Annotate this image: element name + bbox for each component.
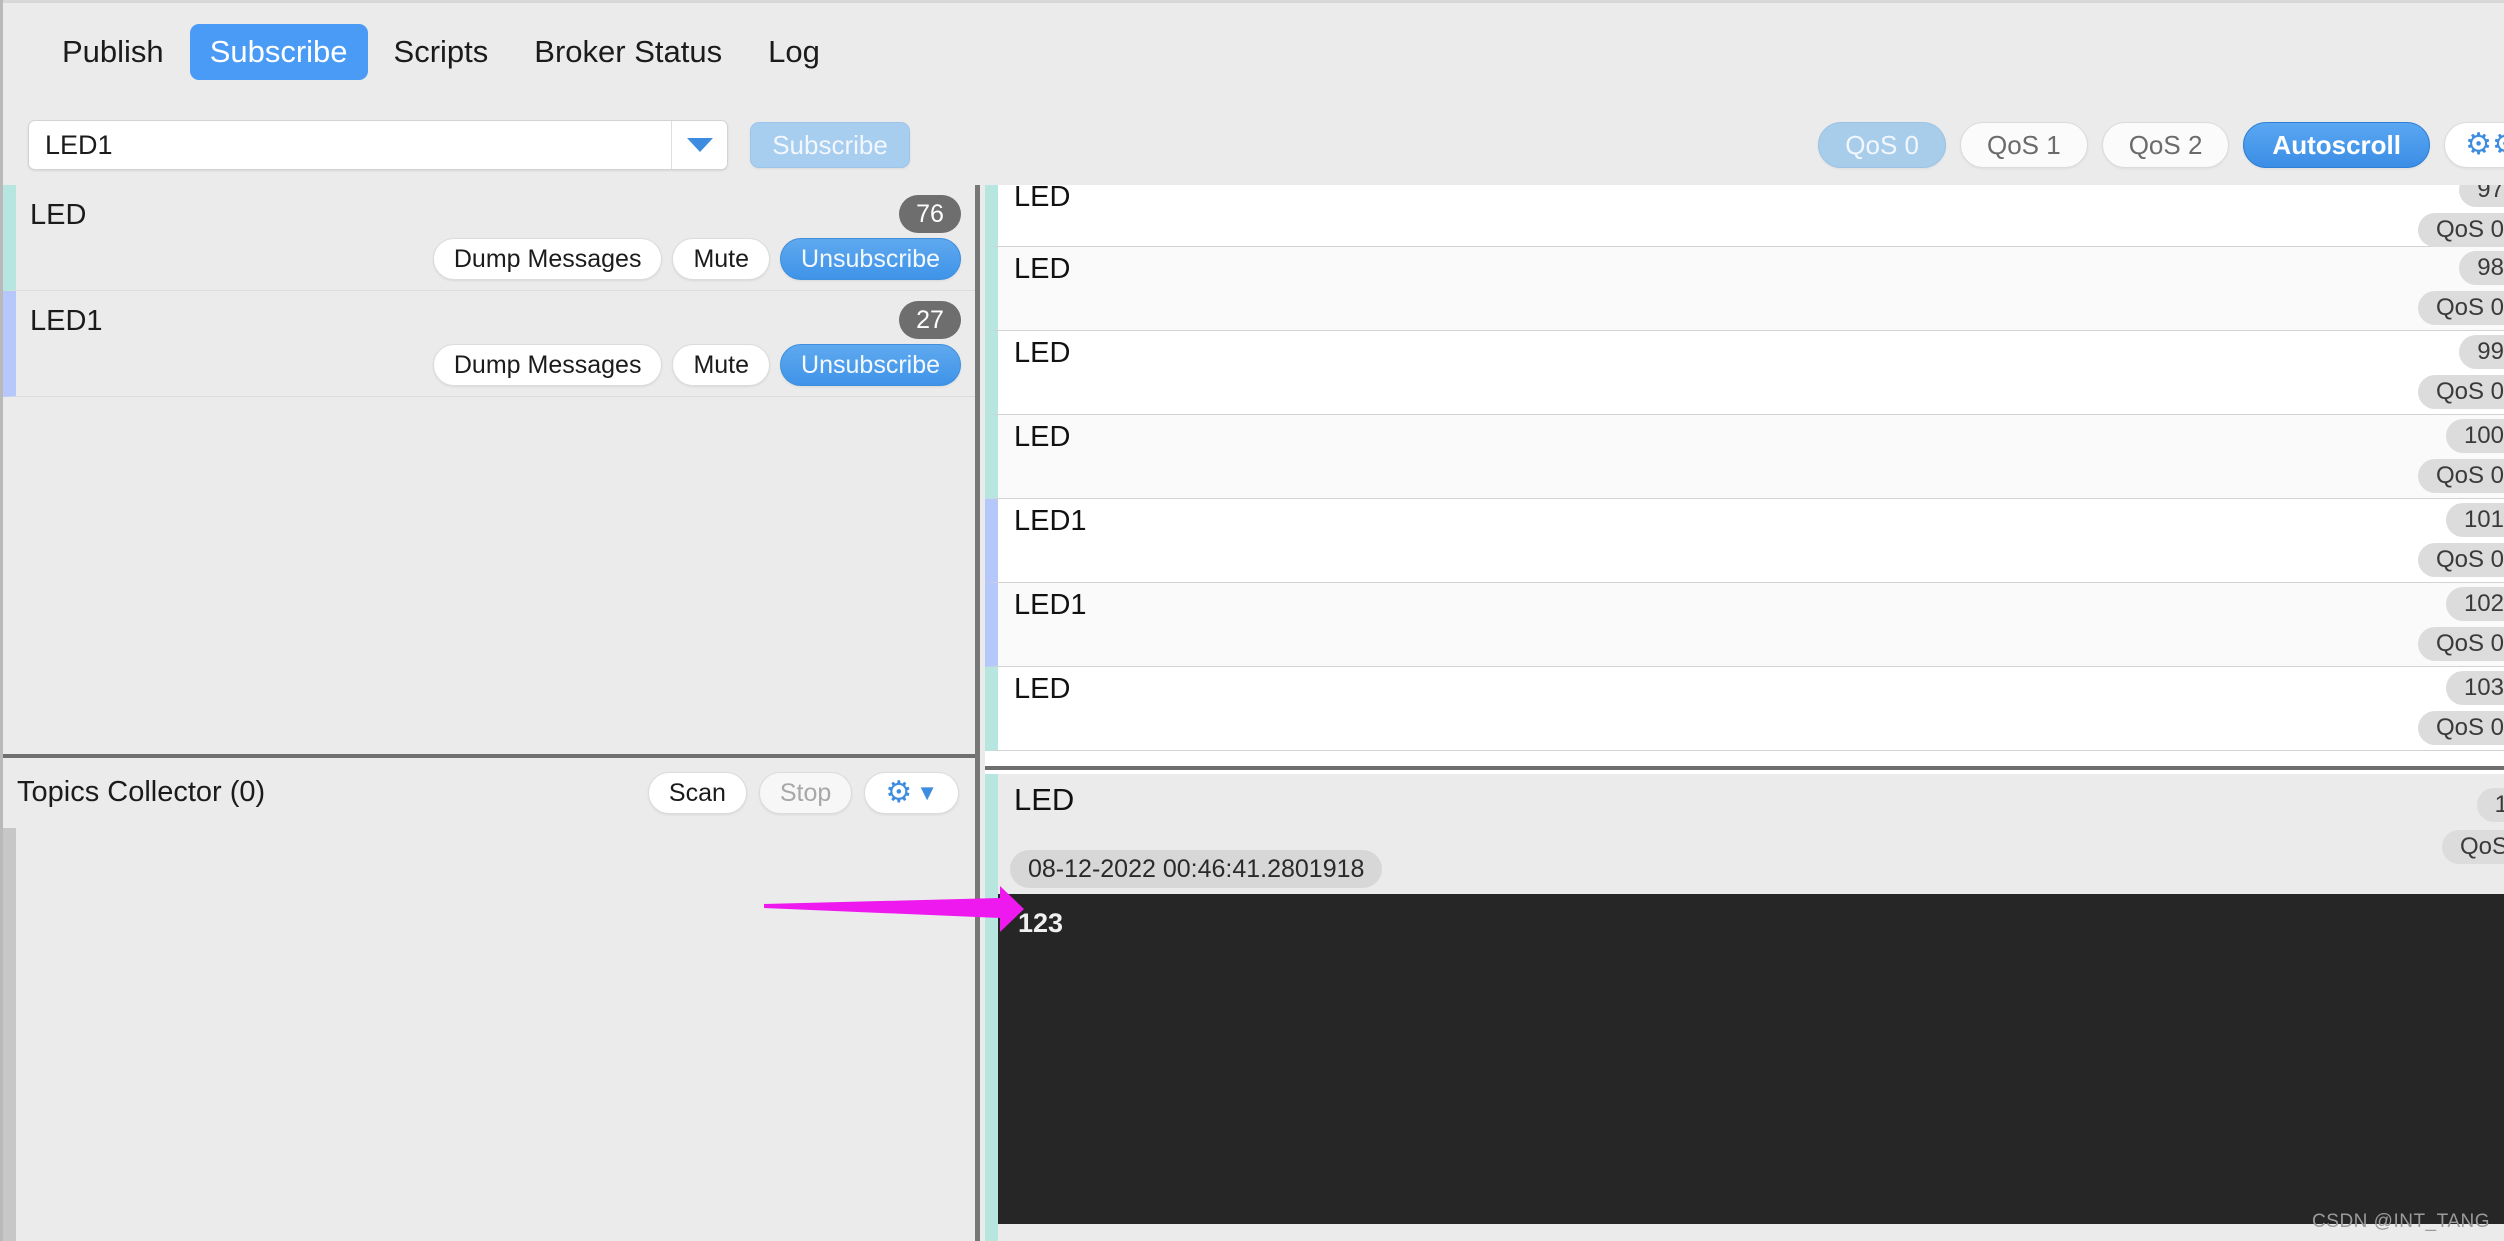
message-qos-badge: QoS 0 [2417, 711, 2504, 745]
mute-button[interactable]: Mute [672, 344, 771, 386]
subscription-topic: LED1 [30, 305, 103, 337]
dump-messages-button[interactable]: Dump Messages [432, 344, 663, 386]
tab-scripts[interactable]: Scripts [374, 24, 509, 81]
detail-topic: LED [1014, 782, 1075, 817]
chevron-down-icon: ▼ [916, 780, 938, 805]
topics-collector-body [3, 828, 975, 1241]
gears-icon: ⚙⚙ [2465, 128, 2504, 161]
message-topic: LED1 [1014, 589, 1087, 621]
message-qos-badge: QoS 0 [2417, 459, 2504, 493]
message-seq-badge: 100 [2445, 419, 2504, 453]
message-topic: LED [1014, 253, 1071, 285]
detail-seq-badge: 1 [2476, 788, 2504, 822]
subscription-actions: Dump Messages Mute Unsubscribe [432, 238, 961, 280]
message-row[interactable]: LED 99 QoS 0 [985, 331, 2504, 415]
tab-broker-status[interactable]: Broker Status [514, 24, 742, 81]
tab-subscribe[interactable]: Subscribe [189, 23, 368, 81]
chevron-down-icon [686, 138, 713, 152]
message-badges: 100 QoS 0 [2222, 415, 2504, 493]
watermark-text: CSDN @INT_TANG [2312, 1211, 2490, 1232]
scan-button[interactable]: Scan [647, 772, 747, 814]
message-seq-badge: 103 [2445, 671, 2504, 705]
detail-qos-badge: QoS [2441, 830, 2504, 864]
topics-collector-panel: Topics Collector (0) Scan Stop ⚙ ▼ [3, 762, 975, 1241]
subscription-topic: LED [30, 199, 87, 231]
detail-payload: 123 [998, 894, 2504, 1224]
message-badges: 102 QoS 0 [2222, 583, 2504, 661]
left-panel: LED 76 Dump Messages Mute Unsubscribe LE… [3, 185, 980, 1241]
message-topic: LED [1014, 421, 1071, 453]
message-badges: 97 QoS 0 [2222, 185, 2504, 247]
unsubscribe-button[interactable]: Unsubscribe [780, 344, 961, 386]
message-badges: 99 QoS 0 [2222, 331, 2504, 409]
collector-settings-button[interactable]: ⚙ ▼ [864, 772, 959, 814]
message-row[interactable]: LED 97 QoS 0 [985, 185, 2504, 247]
qos-0-button[interactable]: QoS 0 [1818, 122, 1946, 168]
gears-icon: ⚙ [885, 776, 913, 809]
message-seq-badge: 99 [2459, 335, 2504, 369]
panel-divider[interactable] [975, 185, 980, 1241]
subscription-actions: Dump Messages Mute Unsubscribe [432, 344, 961, 386]
message-seq-badge: 102 [2445, 587, 2504, 621]
dump-messages-button[interactable]: Dump Messages [432, 238, 663, 280]
mute-button[interactable]: Mute [672, 238, 771, 280]
message-qos-badge: QoS 0 [2417, 627, 2504, 661]
topics-collector-actions: Scan Stop ⚙ ▼ [647, 772, 959, 814]
message-seq-badge: 98 [2459, 251, 2504, 285]
right-panel: LED 97 QoS 0 LED 98 QoS 0 LED 99 QoS 0 L… [985, 185, 2504, 1241]
message-row[interactable]: LED1 102 QoS 0 [985, 583, 2504, 667]
app-window: Publish Subscribe Scripts Broker Status … [0, 0, 2504, 1241]
message-badges: 103 QoS 0 [2222, 667, 2504, 745]
subscription-count-badge: 76 [899, 195, 961, 233]
message-seq-badge: 101 [2445, 503, 2504, 537]
qos-2-button[interactable]: QoS 2 [2101, 122, 2230, 168]
message-row[interactable]: LED1 101 QoS 0 [985, 499, 2504, 583]
subscription-count-badge: 27 [899, 301, 961, 339]
message-badges: 101 QoS 0 [2222, 499, 2504, 577]
message-row[interactable]: LED 103 QoS 0 [985, 667, 2504, 751]
detail-badges: 1 QoS [2441, 788, 2504, 864]
message-qos-badge: QoS 0 [2417, 375, 2504, 409]
message-qos-badge: QoS 0 [2417, 291, 2504, 325]
tab-publish[interactable]: Publish [42, 24, 184, 81]
message-detail-panel: LED 1 QoS 08-12-2022 00:46:41.2801918 12… [985, 774, 2504, 1241]
window-top-edge [0, 0, 2504, 3]
message-topic: LED [1014, 337, 1071, 369]
message-row[interactable]: LED 100 QoS 0 [985, 415, 2504, 499]
message-qos-badge: QoS 0 [2417, 213, 2504, 247]
subscribe-settings-button[interactable]: ⚙⚙ [2444, 122, 2504, 168]
message-badges: 98 QoS 0 [2222, 247, 2504, 325]
topics-collector-title: Topics Collector (0) [17, 776, 266, 808]
main-tabbar: Publish Subscribe Scripts Broker Status … [0, 6, 2504, 98]
autoscroll-toggle[interactable]: Autoscroll [2243, 122, 2430, 168]
stop-button[interactable]: Stop [758, 772, 853, 814]
message-row[interactable]: LED 98 QoS 0 [985, 247, 2504, 331]
message-topic: LED [1014, 673, 1071, 705]
messages-list: LED 97 QoS 0 LED 98 QoS 0 LED 99 QoS 0 L… [985, 185, 2504, 770]
subscription-row[interactable]: LED1 27 Dump Messages Mute Unsubscribe [3, 291, 975, 397]
qos-1-button[interactable]: QoS 1 [1959, 122, 2088, 168]
topic-input[interactable] [29, 121, 671, 169]
topic-dropdown-button[interactable] [671, 121, 727, 169]
subscribe-toolbar: Subscribe QoS 0 QoS 1 QoS 2 Autoscroll ⚙… [0, 110, 2504, 180]
topics-collector-header: Topics Collector (0) Scan Stop ⚙ ▼ [3, 762, 975, 828]
message-seq-badge: 97 [2459, 185, 2504, 207]
toolbar-right-group: QoS 0 QoS 1 QoS 2 Autoscroll ⚙⚙ [1818, 122, 2504, 168]
tab-log[interactable]: Log [748, 24, 840, 81]
unsubscribe-button[interactable]: Unsubscribe [780, 238, 961, 280]
topic-combobox[interactable] [28, 120, 728, 170]
subscribe-button[interactable]: Subscribe [750, 122, 910, 168]
message-topic: LED [1014, 185, 1071, 213]
detail-timestamp: 08-12-2022 00:46:41.2801918 [1010, 850, 1383, 888]
message-qos-badge: QoS 0 [2417, 543, 2504, 577]
subscription-row[interactable]: LED 76 Dump Messages Mute Unsubscribe [3, 185, 975, 291]
message-topic: LED1 [1014, 505, 1087, 537]
subscriptions-list: LED 76 Dump Messages Mute Unsubscribe LE… [3, 185, 975, 758]
